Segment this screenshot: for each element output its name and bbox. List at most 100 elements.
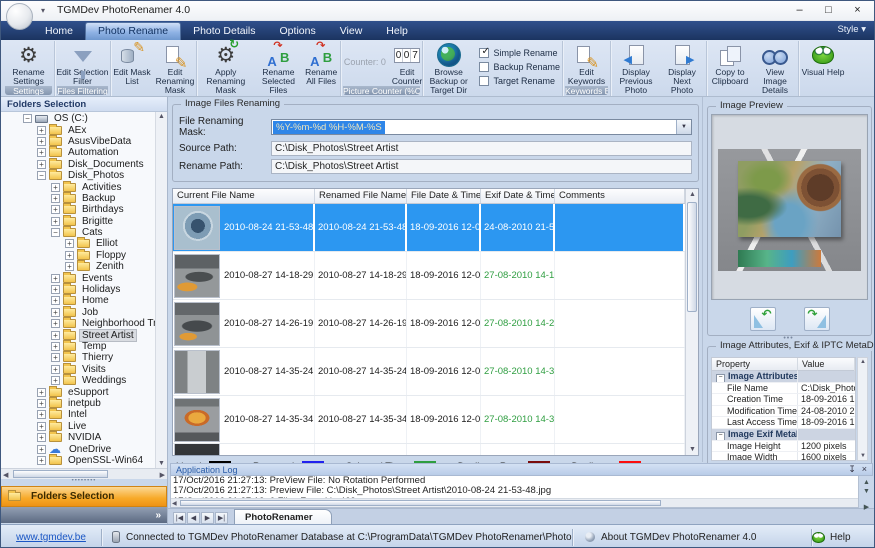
- table-row[interactable]: 2010-08-27 14-18-29.JPG 2010-08-27 14-18…: [173, 252, 685, 300]
- previous-tab-button[interactable]: ◀: [187, 512, 200, 524]
- tree-item[interactable]: + Temp: [1, 341, 155, 352]
- expander-icon[interactable]: +: [65, 262, 74, 271]
- scroll-down-icon[interactable]: ▼: [860, 453, 866, 459]
- help-button[interactable]: Help: [812, 532, 874, 543]
- edit-counter-button[interactable]: 007 Edit Counter: [391, 43, 423, 86]
- scroll-up-icon[interactable]: ▲: [158, 113, 165, 120]
- tab-home[interactable]: Home: [33, 23, 85, 40]
- expander-icon[interactable]: −: [51, 228, 60, 237]
- metadata-row[interactable]: Image Attributes: [712, 371, 855, 383]
- tree-item[interactable]: + NVIDIA: [1, 432, 155, 443]
- tree-item[interactable]: + Neighborhood Trees: [1, 318, 155, 329]
- tree-item[interactable]: + Backup: [1, 193, 155, 204]
- quick-access-dropdown-icon[interactable]: ▾: [41, 6, 45, 15]
- minimize-button[interactable]: –: [785, 1, 814, 20]
- table-row[interactable]: 2010-08-27 14-35-24.jpg 2010-08-27 14-35…: [173, 348, 685, 396]
- column-header[interactable]: File Date & Time: [407, 189, 481, 203]
- expander-icon[interactable]: +: [37, 422, 46, 431]
- panel-collapse-bar[interactable]: »: [1, 507, 167, 523]
- backup-rename-checkbox[interactable]: Backup Rename: [479, 62, 560, 72]
- tree-item[interactable]: + Thierry: [1, 352, 155, 363]
- close-button[interactable]: ×: [843, 1, 872, 20]
- tree-item[interactable]: + OpenSSL-Win64: [1, 455, 155, 466]
- expander-icon[interactable]: +: [37, 399, 46, 408]
- scroll-up-icon[interactable]: ▲: [863, 479, 870, 486]
- app-menu-button[interactable]: [6, 3, 33, 30]
- tree-item[interactable]: + Street Artist: [1, 329, 155, 340]
- scrollbar-thumb[interactable]: [180, 500, 661, 506]
- scroll-left-icon[interactable]: ◀: [3, 471, 8, 479]
- metadata-row[interactable]: File Name C:\Disk_Photos...: [712, 383, 855, 395]
- metadata-row[interactable]: Image Height 1200 pixels: [712, 441, 855, 453]
- expander-icon[interactable]: +: [51, 342, 60, 351]
- tree-item[interactable]: + Brigitte: [1, 216, 155, 227]
- tab-photo-rename[interactable]: Photo Rename: [85, 22, 181, 40]
- scroll-down-icon[interactable]: ▼: [689, 446, 696, 453]
- table-row[interactable]: 2010-08-24 21-53-48.jpg 2010-08-24 21-53…: [173, 204, 685, 252]
- tree-item[interactable]: + Home: [1, 295, 155, 306]
- tree-item[interactable]: + Live: [1, 421, 155, 432]
- metadata-vertical-scrollbar[interactable]: ▲ ▼: [857, 357, 868, 461]
- file-renaming-mask-combobox[interactable]: %Y-%m-%d %H-%M-%S ▼: [271, 119, 692, 135]
- table-row-partial[interactable]: [173, 444, 685, 456]
- browse-backup-target-button[interactable]: Browse Backup or Target Dir: [423, 43, 474, 95]
- tree-item[interactable]: + inetpub: [1, 398, 155, 409]
- tree-item[interactable]: − Disk_Photos: [1, 170, 155, 181]
- expander-icon[interactable]: +: [51, 331, 60, 340]
- metadata-row[interactable]: Modification Time 24-08-2010 21-...: [712, 406, 855, 418]
- edit-keywords-button[interactable]: ✎ Edit Keywords: [563, 43, 610, 86]
- log-horizontal-scrollbar[interactable]: ◀: [171, 498, 858, 507]
- maximize-button[interactable]: □: [814, 1, 843, 20]
- simple-rename-checkbox[interactable]: Simple Rename: [479, 48, 560, 58]
- tree-item[interactable]: + AEx: [1, 124, 155, 135]
- tree-item[interactable]: + Disk_Documents: [1, 159, 155, 170]
- column-header[interactable]: Value: [798, 358, 855, 371]
- expander-icon[interactable]: −: [37, 171, 46, 180]
- source-path-field[interactable]: C:\Disk_Photos\Street Artist: [271, 141, 692, 156]
- expander-icon[interactable]: +: [51, 285, 60, 294]
- expander-icon[interactable]: +: [37, 160, 46, 169]
- tree-item[interactable]: + Automation: [1, 147, 155, 158]
- scrollbar-thumb[interactable]: [13, 470, 108, 478]
- expander-icon[interactable]: +: [51, 296, 60, 305]
- table-vertical-scrollbar[interactable]: ▲ ▼: [685, 189, 698, 455]
- column-header[interactable]: Renamed File Name: [315, 189, 407, 203]
- rename-path-field[interactable]: C:\Disk_Photos\Street Artist: [271, 159, 692, 174]
- expander-icon[interactable]: +: [51, 194, 60, 203]
- rotate-left-button[interactable]: ↶: [750, 307, 776, 331]
- display-next-photo-button[interactable]: ▶ Display Next Photo: [660, 43, 704, 95]
- website-link[interactable]: www.tgmdev.be: [1, 532, 101, 543]
- expander-icon[interactable]: +: [51, 183, 60, 192]
- tree-item[interactable]: + Weddings: [1, 375, 155, 386]
- scroll-right-icon[interactable]: ▶: [160, 471, 165, 479]
- tree-item[interactable]: − OS (C:): [1, 113, 155, 124]
- scroll-up-icon[interactable]: ▲: [689, 191, 696, 198]
- expander-icon[interactable]: +: [37, 456, 46, 465]
- expander-icon[interactable]: +: [37, 388, 46, 397]
- tree-item[interactable]: + Activities: [1, 181, 155, 192]
- expander-icon[interactable]: +: [51, 376, 60, 385]
- tree-item[interactable]: + Job: [1, 307, 155, 318]
- last-tab-button[interactable]: ▶|: [215, 512, 228, 524]
- scrollbar-thumb[interactable]: [687, 202, 697, 312]
- scroll-down-icon[interactable]: ▼: [158, 460, 165, 467]
- pin-icon[interactable]: ↧: [848, 464, 856, 475]
- expander-icon[interactable]: +: [65, 239, 74, 248]
- photorenamer-tab[interactable]: PhotoRenamer: [234, 509, 332, 524]
- next-tab-button[interactable]: ▶: [201, 512, 214, 524]
- column-header[interactable]: Current File Name: [173, 189, 315, 203]
- metadata-row[interactable]: Image Exif MetaData: [712, 429, 855, 441]
- expander-icon[interactable]: +: [37, 445, 46, 454]
- tab-options[interactable]: Options: [268, 23, 328, 40]
- tree-item[interactable]: + Holidays: [1, 284, 155, 295]
- expander-icon[interactable]: +: [51, 365, 60, 374]
- tree-item[interactable]: + Visits: [1, 364, 155, 375]
- expander-icon[interactable]: +: [51, 319, 60, 328]
- apply-renaming-mask-button[interactable]: ⚙↻ Apply Renaming Mask: [197, 43, 255, 95]
- log-body[interactable]: 17/Oct/2016 21:27:13: PreView File: No R…: [170, 476, 859, 508]
- target-rename-checkbox[interactable]: Target Rename: [479, 76, 560, 86]
- tab-view[interactable]: View: [328, 23, 375, 40]
- tree-item[interactable]: + Events: [1, 272, 155, 283]
- first-tab-button[interactable]: |◀: [173, 512, 186, 524]
- table-row[interactable]: 2010-08-27 14-35-34.jpg 2010-08-27 14-35…: [173, 396, 685, 444]
